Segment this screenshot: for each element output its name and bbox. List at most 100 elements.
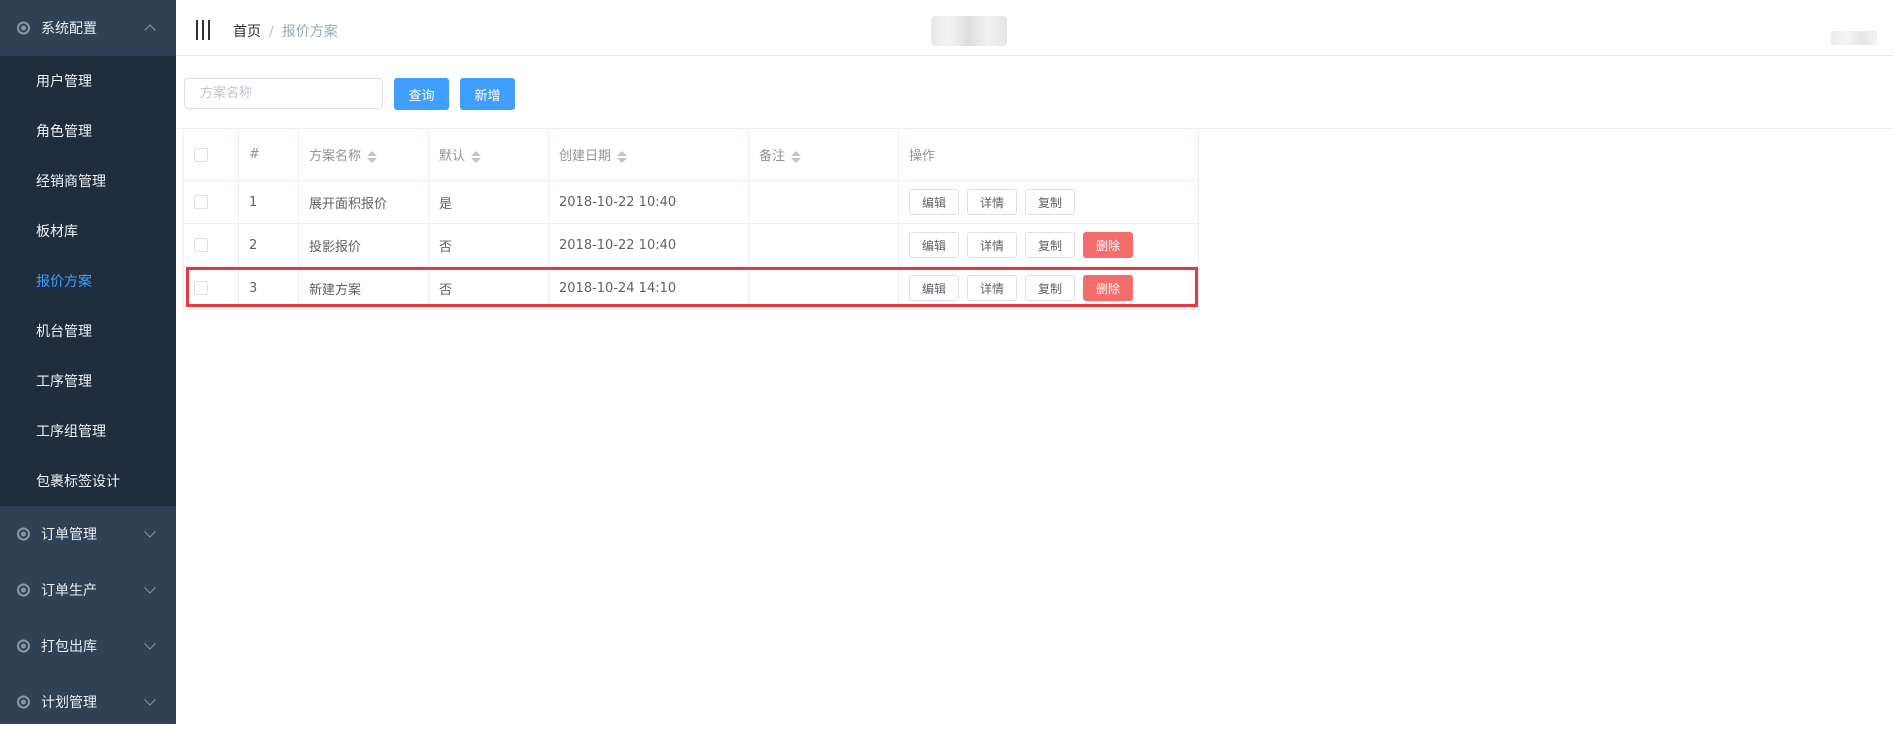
edit-button[interactable]: 编辑 (909, 275, 959, 301)
cell-created: 2018-10-22 10:40 (548, 180, 749, 224)
sidebar-item-label: 机台管理 (36, 324, 92, 340)
details-button[interactable]: 详情 (967, 275, 1017, 301)
menu-group-system-config[interactable]: 系统配置 (0, 0, 176, 56)
quote-plan-table-wrapper: # 方案名称 默认 创建日期 备注 操作 1 展开面积报价 是 2018-10-… (176, 128, 1893, 310)
query-button[interactable]: 查询 (394, 78, 449, 110)
column-header-actions: 操作 (898, 129, 1199, 181)
row-checkbox[interactable] (194, 195, 208, 209)
cell-name: 新建方案 (298, 266, 429, 310)
quote-plan-table: # 方案名称 默认 创建日期 备注 操作 1 展开面积报价 是 2018-10-… (183, 129, 1199, 310)
cell-remark (748, 223, 899, 267)
cell-remark (748, 266, 899, 310)
sidebar-item-label: 报价方案 (36, 274, 92, 290)
sort-caret-icon[interactable] (471, 150, 482, 163)
sidebar-item-dealer-management[interactable]: 经销商管理 (0, 156, 176, 206)
sort-caret-icon[interactable] (367, 150, 378, 163)
row-select-cell (183, 266, 239, 310)
cell-default: 否 (428, 223, 549, 267)
column-header-default[interactable]: 默认 (428, 129, 549, 181)
sidebar-item-process-group-management[interactable]: 工序组管理 (0, 406, 176, 456)
column-header-label: 方案名称 (309, 149, 362, 164)
copy-button[interactable]: 复制 (1025, 232, 1075, 258)
column-header-remark[interactable]: 备注 (748, 129, 899, 181)
sidebar-item-label: 用户管理 (36, 74, 92, 90)
hamburger-menu-icon[interactable] (196, 20, 210, 40)
settings-gear-icon (17, 639, 30, 653)
sidebar: 系统配置 用户管理 角色管理 经销商管理 板材库 报价方案 机台管理 工序管理 … (0, 0, 176, 724)
cell-index: 2 (238, 223, 299, 267)
column-header-label: 备注 (759, 149, 786, 164)
blurred-user-avatar[interactable] (1831, 31, 1877, 45)
menu-group-label: 订单生产 (41, 583, 97, 599)
cell-actions: 编辑 详情 复制 (898, 180, 1199, 224)
menu-group-packing-outbound[interactable]: 打包出库 (0, 618, 176, 674)
menu-group-label: 计划管理 (41, 695, 97, 711)
cell-actions: 编辑 详情 复制 删除 (898, 266, 1199, 310)
table-row: 2 投影报价 否 2018-10-22 10:40 编辑 详情 复制 删除 (183, 223, 1199, 267)
row-checkbox[interactable] (194, 238, 208, 252)
cell-remark (748, 180, 899, 224)
details-button[interactable]: 详情 (967, 189, 1017, 215)
cell-default: 是 (428, 180, 549, 224)
menu-group-plan-management[interactable]: 计划管理 (0, 674, 176, 730)
cell-name: 投影报价 (298, 223, 429, 267)
sidebar-item-role-management[interactable]: 角色管理 (0, 106, 176, 156)
chevron-down-icon (144, 526, 156, 538)
cell-created: 2018-10-24 14:10 (548, 266, 749, 310)
menu-group-order-management[interactable]: 订单管理 (0, 506, 176, 562)
row-select-cell (183, 180, 239, 224)
cell-name: 展开面积报价 (298, 180, 429, 224)
row-checkbox[interactable] (194, 281, 208, 295)
sidebar-item-user-management[interactable]: 用户管理 (0, 56, 176, 106)
copy-button[interactable]: 复制 (1025, 189, 1075, 215)
sidebar-item-process-management[interactable]: 工序管理 (0, 356, 176, 406)
column-header-label: 默认 (439, 149, 466, 164)
sidebar-item-board-library[interactable]: 板材库 (0, 206, 176, 256)
chevron-down-icon (144, 582, 156, 594)
settings-gear-icon (17, 21, 30, 35)
sort-caret-icon[interactable] (791, 150, 802, 163)
breadcrumb: 首页 / 报价方案 (233, 21, 338, 41)
chevron-down-icon (144, 694, 156, 706)
submenu-system-config: 用户管理 角色管理 经销商管理 板材库 报价方案 机台管理 工序管理 工序组管理… (0, 56, 176, 506)
sidebar-item-machine-management[interactable]: 机台管理 (0, 306, 176, 356)
settings-gear-icon (17, 527, 30, 541)
blurred-logo (931, 16, 1007, 46)
table-row: 3 新建方案 否 2018-10-24 14:10 编辑 详情 复制 删除 (183, 266, 1199, 310)
copy-button[interactable]: 复制 (1025, 275, 1075, 301)
menu-group-label: 订单管理 (41, 527, 97, 543)
cell-actions: 编辑 详情 复制 删除 (898, 223, 1199, 267)
sidebar-item-label: 板材库 (36, 224, 78, 240)
cell-index: 3 (238, 266, 299, 310)
sort-caret-icon[interactable] (617, 150, 628, 163)
column-header-created[interactable]: 创建日期 (548, 129, 749, 181)
breadcrumb-home-link[interactable]: 首页 (233, 24, 261, 40)
menu-group-label: 打包出库 (41, 639, 97, 655)
chevron-down-icon (144, 638, 156, 650)
add-button[interactable]: 新增 (460, 78, 515, 110)
edit-button[interactable]: 编辑 (909, 232, 959, 258)
edit-button[interactable]: 编辑 (909, 189, 959, 215)
top-navbar: 首页 / 报价方案 (176, 0, 1893, 56)
sidebar-item-label: 工序组管理 (36, 424, 106, 440)
column-header-name[interactable]: 方案名称 (298, 129, 429, 181)
delete-button[interactable]: 删除 (1083, 232, 1133, 258)
breadcrumb-separator: / (269, 24, 274, 40)
cell-created: 2018-10-22 10:40 (548, 223, 749, 267)
sidebar-item-package-label-design[interactable]: 包裹标签设计 (0, 456, 176, 506)
plan-name-search-input[interactable] (184, 78, 383, 109)
chevron-up-icon (144, 24, 156, 36)
settings-gear-icon (17, 583, 30, 597)
sidebar-item-quote-plan[interactable]: 报价方案 (0, 256, 176, 306)
row-select-cell (183, 223, 239, 267)
select-all-checkbox[interactable] (194, 147, 208, 162)
sidebar-item-label: 包裹标签设计 (36, 474, 120, 490)
column-header-label: 创建日期 (559, 149, 612, 164)
menu-group-order-production[interactable]: 订单生产 (0, 562, 176, 618)
cell-default: 否 (428, 266, 549, 310)
delete-button[interactable]: 删除 (1083, 275, 1133, 301)
column-header-index: # (238, 129, 299, 181)
settings-gear-icon (17, 695, 30, 709)
breadcrumb-current: 报价方案 (281, 24, 338, 40)
details-button[interactable]: 详情 (967, 232, 1017, 258)
